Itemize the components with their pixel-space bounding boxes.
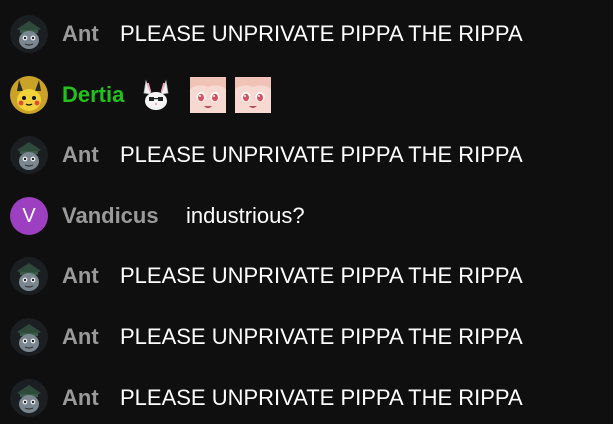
- message-text: industrious?: [186, 203, 305, 228]
- message-text: PLEASE UNPRIVATE PIPPA THE RIPPA: [120, 21, 523, 46]
- cat-in-hat-icon[interactable]: [10, 318, 48, 356]
- cat-in-hat-icon[interactable]: [10, 15, 48, 53]
- cat-in-hat-icon[interactable]: [10, 136, 48, 174]
- author-name[interactable]: Ant: [62, 21, 99, 47]
- author-name[interactable]: Vandicus: [62, 203, 159, 229]
- anime-girl-face-emote-icon: [235, 77, 271, 113]
- author-name[interactable]: Ant: [62, 385, 99, 411]
- message-text: PLEASE UNPRIVATE PIPPA THE RIPPA: [120, 263, 523, 288]
- letter-avatar[interactable]: V: [10, 197, 48, 235]
- chat-message: Dertia: [0, 65, 613, 125]
- chat-message: Ant PLEASE UNPRIVATE PIPPA THE RIPPA: [0, 368, 613, 424]
- cat-in-hat-icon[interactable]: [10, 257, 48, 295]
- anime-girl-face-emote-icon: [190, 77, 226, 113]
- pikachu-avatar-icon[interactable]: [10, 76, 48, 114]
- author-name[interactable]: Ant: [62, 324, 99, 350]
- chat-message: Ant PLEASE UNPRIVATE PIPPA THE RIPPA: [0, 4, 613, 64]
- bunny-emote-icon: [138, 77, 174, 113]
- chat-message: Ant PLEASE UNPRIVATE PIPPA THE RIPPA: [0, 307, 613, 367]
- chat-message: V Vandicus industrious?: [0, 186, 613, 246]
- cat-in-hat-icon[interactable]: [10, 379, 48, 417]
- chat-message: Ant PLEASE UNPRIVATE PIPPA THE RIPPA: [0, 125, 613, 185]
- author-name[interactable]: Ant: [62, 142, 99, 168]
- message-text: PLEASE UNPRIVATE PIPPA THE RIPPA: [120, 142, 523, 167]
- message-text: PLEASE UNPRIVATE PIPPA THE RIPPA: [120, 324, 523, 349]
- author-name[interactable]: Ant: [62, 263, 99, 289]
- author-name[interactable]: Dertia: [62, 82, 124, 108]
- message-text: PLEASE UNPRIVATE PIPPA THE RIPPA: [120, 385, 523, 410]
- avatar-letter: V: [22, 204, 36, 227]
- live-chat-feed: Ant PLEASE UNPRIVATE PIPPA THE RIPPA Der…: [0, 0, 613, 424]
- chat-message: Ant PLEASE UNPRIVATE PIPPA THE RIPPA: [0, 246, 613, 306]
